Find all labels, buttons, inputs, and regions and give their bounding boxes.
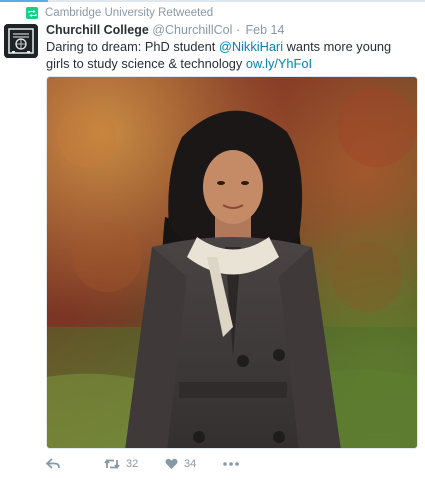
- retweet-icon: [26, 7, 38, 19]
- reply-icon: [46, 458, 60, 469]
- header-separator: ·: [235, 23, 241, 37]
- tweet-actions: 32 34: [46, 456, 239, 472]
- reply-button[interactable]: [46, 458, 104, 470]
- like-button[interactable]: 34: [165, 458, 223, 470]
- mention-link[interactable]: @NikkiHari: [219, 39, 283, 54]
- tweet-timestamp[interactable]: Feb 14: [246, 23, 285, 37]
- retweet-context-label: Cambridge University Retweeted: [45, 7, 214, 19]
- tweet-text-before-mention: Daring to dream: PhD student: [46, 39, 219, 54]
- author-screen-name[interactable]: @ChurchillCol: [152, 23, 232, 37]
- retweet-count: 32: [126, 458, 139, 470]
- tweet-photo[interactable]: [46, 76, 418, 449]
- more-icon: [223, 462, 239, 466]
- tweet-header: Churchill College @ChurchillCol · Feb 14: [46, 23, 284, 37]
- top-divider: [0, 0, 425, 2]
- heart-icon: [165, 458, 178, 469]
- tweet-text: Daring to dream: PhD student @NikkiHari …: [46, 38, 416, 72]
- churchill-crest-icon: [4, 24, 38, 58]
- photo-image: [47, 77, 417, 448]
- avatar[interactable]: [4, 24, 38, 58]
- retweet-button[interactable]: 32: [104, 458, 165, 470]
- url-link[interactable]: ow.ly/YhFoI: [246, 56, 312, 71]
- like-count: 34: [184, 458, 197, 470]
- more-button[interactable]: [223, 462, 239, 466]
- author-fullname[interactable]: Churchill College: [46, 23, 149, 37]
- retweet-context[interactable]: Cambridge University Retweeted: [26, 6, 213, 20]
- retweet-action-icon: [104, 459, 120, 469]
